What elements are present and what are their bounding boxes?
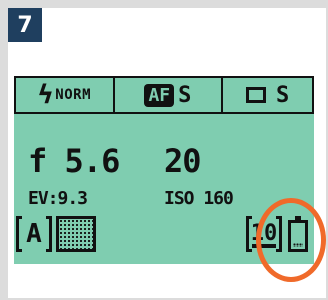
exposure-mode-label: A [26,219,42,249]
lcd-status-row: ϟ NORM AF S S [14,76,314,114]
shutter-speed-value: 20 [164,142,202,180]
ev-value: EV:9.3 [28,188,88,209]
drive-mode-cell: S [223,78,312,112]
single-frame-icon [245,87,266,103]
autofocus-mode-cell: AF S [115,78,224,112]
drive-mode-label: S [275,82,290,108]
flash-icon: ϟ [37,80,54,110]
iso-value: ISO 160 [164,188,234,209]
exposure-mode-indicator: A [16,216,52,252]
matrix-metering-icon [56,216,96,252]
aperture-value: f 5.6 [28,142,120,180]
flash-mode-cell: ϟ NORM [16,78,115,112]
flash-mode-label: NORM [55,87,92,103]
battery-highlight-circle [256,198,326,282]
af-badge: AF [144,83,175,107]
step-number-badge: 7 [8,8,42,42]
af-mode-label: S [178,82,192,108]
